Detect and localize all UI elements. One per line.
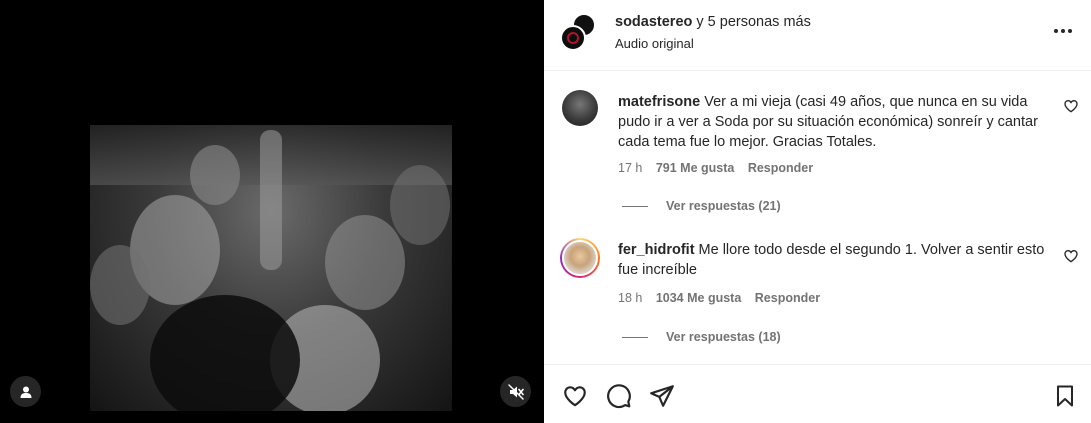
avatar[interactable]	[560, 238, 600, 278]
like-button[interactable]	[561, 382, 589, 410]
view-replies-label: Ver respuestas (21)	[666, 199, 781, 213]
avatar	[560, 25, 586, 51]
post-actions-bar	[544, 364, 1091, 423]
comment-username[interactable]: matefrisone	[618, 94, 700, 110]
save-button[interactable]	[1051, 382, 1079, 410]
reply-button[interactable]: Responder	[755, 291, 820, 305]
video-frame[interactable]	[90, 125, 452, 411]
video-player[interactable]	[0, 0, 544, 423]
share-button[interactable]	[648, 382, 676, 410]
reply-button[interactable]: Responder	[748, 161, 813, 175]
avatar[interactable]	[562, 90, 598, 126]
comment-likes[interactable]: 791 Me gusta	[656, 161, 735, 175]
user-tag-icon	[20, 386, 31, 398]
heart-icon[interactable]	[1063, 248, 1079, 264]
coauthor-avatars[interactable]	[560, 13, 600, 53]
comment-meta: 17 h 791 Me gusta Responder	[618, 161, 823, 175]
comment-body: matefrisone Ver a mi vieja (casi 49 años,…	[618, 92, 1046, 152]
comment-button[interactable]	[605, 382, 633, 410]
view-replies-label: Ver respuestas (18)	[666, 330, 781, 344]
audio-label[interactable]: Audio original	[615, 36, 694, 51]
mute-toggle-button[interactable]	[500, 376, 531, 407]
post-panel: sodastereo y 5 personas más Audio origin…	[544, 0, 1091, 423]
comment-time[interactable]: 17 h	[618, 161, 642, 175]
view-replies-button[interactable]: Ver respuestas (18)	[622, 330, 781, 344]
post-authors[interactable]: sodastereo y 5 personas más	[615, 14, 811, 30]
comment-time[interactable]: 18 h	[618, 291, 642, 305]
view-replies-button[interactable]: Ver respuestas (21)	[622, 199, 781, 213]
comment-meta: 18 h 1034 Me gusta Responder	[618, 291, 830, 305]
share-icon	[650, 385, 674, 407]
comment-icon	[607, 384, 631, 408]
post-header: sodastereo y 5 personas más Audio origin…	[544, 0, 1091, 71]
comment-likes[interactable]: 1034 Me gusta	[656, 291, 741, 305]
more-options-icon[interactable]	[1049, 21, 1077, 41]
comment-username[interactable]: fer_hidrofit	[618, 242, 695, 258]
coauthors-link[interactable]: y 5 personas más	[696, 14, 810, 30]
user-tags-button[interactable]	[10, 376, 41, 407]
heart-icon	[564, 386, 586, 407]
comment-body: fer_hidrofit Me llore todo desde el segun…	[618, 240, 1046, 280]
bookmark-icon	[1057, 385, 1073, 407]
author-username[interactable]: sodastereo	[615, 14, 692, 30]
heart-icon[interactable]	[1063, 98, 1079, 114]
volume-muted-icon	[507, 383, 524, 400]
